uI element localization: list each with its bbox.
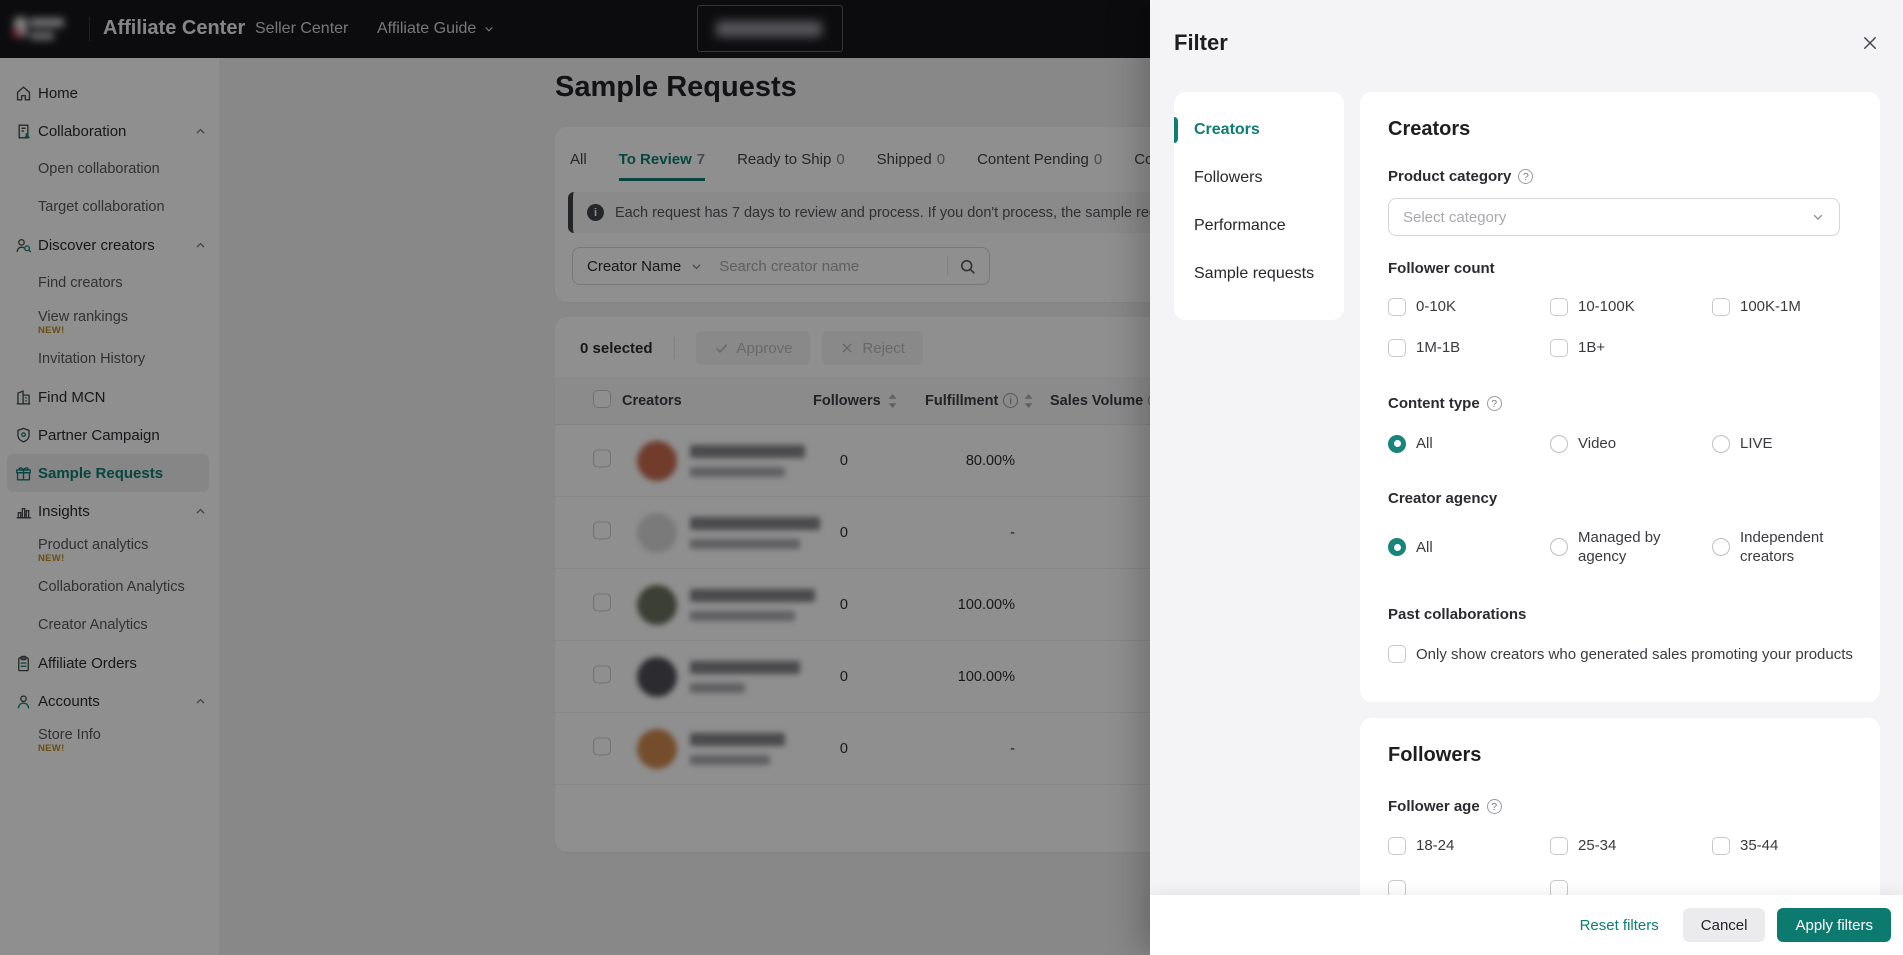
- checkbox[interactable]: [1388, 339, 1406, 357]
- filter-footer: Reset filters Cancel Apply filters: [1150, 895, 1903, 955]
- app-root: Affiliate Center Seller Center Affiliate…: [0, 0, 1903, 955]
- filter-nav: Creators Followers Performance Sample reque…: [1174, 92, 1344, 320]
- creators-heading: Creators: [1388, 118, 1470, 141]
- follower-age-options: 18-2425-3435-44: [1388, 836, 1874, 855]
- radio[interactable]: [1712, 435, 1730, 453]
- filter-nav-followers[interactable]: Followers: [1174, 158, 1344, 198]
- follower-age-option-35-44[interactable]: 35-44: [1712, 836, 1874, 855]
- product-category-label: Product category ?: [1388, 168, 1533, 185]
- follower-count-option-100k-1m[interactable]: 100K-1M: [1712, 297, 1874, 316]
- follower-count-label: Follower count: [1388, 260, 1495, 277]
- creator-agency-option-independent-creators[interactable]: Independent creators: [1712, 528, 1874, 566]
- question-circle-icon[interactable]: ?: [1487, 799, 1502, 814]
- content-type-label: Content type ?: [1388, 395, 1502, 412]
- radio[interactable]: [1550, 435, 1568, 453]
- checkbox[interactable]: [1388, 645, 1406, 663]
- radio[interactable]: [1550, 538, 1568, 556]
- follower-count-option-0-10k[interactable]: 0-10K: [1388, 297, 1550, 316]
- checkbox[interactable]: [1550, 339, 1568, 357]
- follower-age-option-18-24[interactable]: 18-24: [1388, 836, 1550, 855]
- reset-filters-button[interactable]: Reset filters: [1580, 917, 1659, 934]
- follower-count-option-1m-1b[interactable]: 1M-1B: [1388, 338, 1550, 357]
- filter-panel: Filter Creators Followers Performance Sampl…: [1150, 0, 1903, 955]
- question-circle-icon[interactable]: ?: [1518, 169, 1533, 184]
- content-type-options: AllVideoLIVE: [1388, 434, 1874, 453]
- checkbox[interactable]: [1550, 837, 1568, 855]
- radio[interactable]: [1388, 538, 1406, 556]
- filter-nav-creators[interactable]: Creators: [1174, 110, 1344, 150]
- follower-count-options: 0-10K10-100K100K-1M 1M-1B1B+: [1388, 297, 1874, 357]
- follower-age-label: Follower age ?: [1388, 798, 1502, 815]
- product-category-select[interactable]: Select category: [1388, 198, 1840, 236]
- creator-agency-label: Creator agency: [1388, 490, 1497, 507]
- checkbox[interactable]: [1388, 298, 1406, 316]
- follower-count-option-1b+[interactable]: 1B+: [1550, 338, 1712, 357]
- past-collaborations-label: Past collaborations: [1388, 606, 1526, 623]
- creator-agency-option-managed-by-agency[interactable]: Managed by agency: [1550, 528, 1712, 566]
- filter-nav-performance[interactable]: Performance: [1174, 206, 1344, 246]
- follower-count-option-10-100k[interactable]: 10-100K: [1550, 297, 1712, 316]
- followers-heading: Followers: [1388, 744, 1481, 767]
- creator-agency-option-all[interactable]: All: [1388, 528, 1550, 566]
- cancel-button[interactable]: Cancel: [1683, 908, 1766, 942]
- checkbox[interactable]: [1712, 837, 1730, 855]
- checkbox[interactable]: [1388, 837, 1406, 855]
- radio[interactable]: [1388, 435, 1406, 453]
- past-collaborations-option[interactable]: Only show creators who generated sales p…: [1388, 645, 1853, 663]
- content-type-option-all[interactable]: All: [1388, 434, 1550, 453]
- content-type-option-live[interactable]: LIVE: [1712, 434, 1874, 453]
- checkbox[interactable]: [1550, 298, 1568, 316]
- creators-filter-card: Creators Product category ? Select categ…: [1360, 92, 1880, 702]
- content-type-option-video[interactable]: Video: [1550, 434, 1712, 453]
- checkbox[interactable]: [1712, 298, 1730, 316]
- filter-panel-title: Filter: [1174, 30, 1228, 56]
- radio[interactable]: [1712, 538, 1730, 556]
- chevron-down-icon: [1811, 210, 1825, 224]
- question-circle-icon[interactable]: ?: [1487, 396, 1502, 411]
- creator-agency-options: AllManaged by agencyIndependent creators: [1388, 528, 1874, 566]
- close-icon[interactable]: [1859, 32, 1881, 54]
- apply-filters-button[interactable]: Apply filters: [1777, 908, 1891, 942]
- filter-nav-sample-requests[interactable]: Sample requests: [1174, 254, 1344, 294]
- follower-age-option-25-34[interactable]: 25-34: [1550, 836, 1712, 855]
